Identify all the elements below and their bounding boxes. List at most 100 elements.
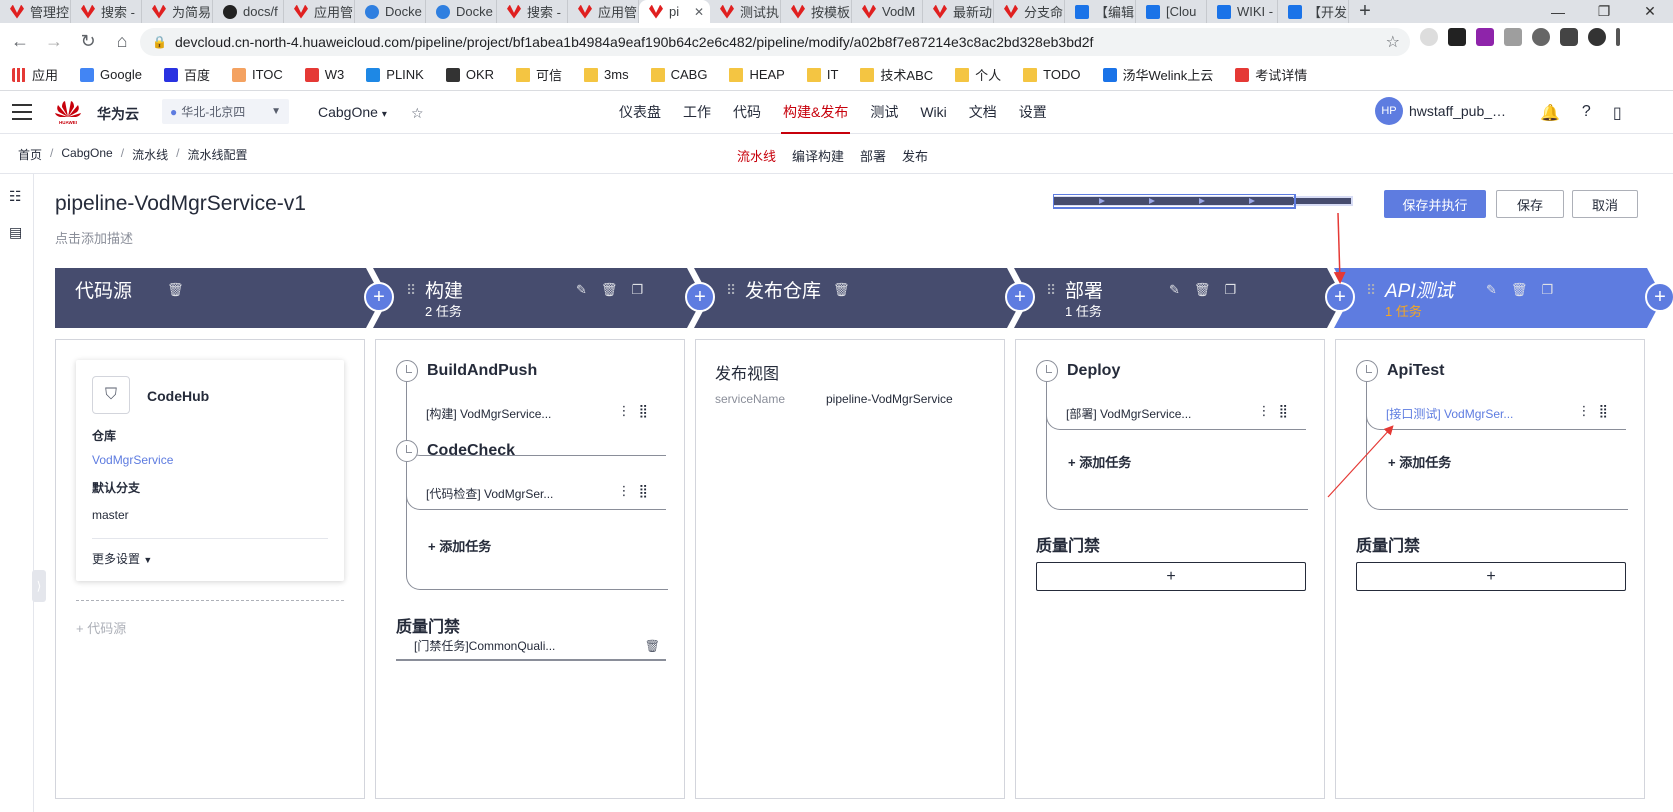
stage-deploy[interactable]: ⠿ 部署 1 任务 ✎ 🗑 ❐ bbox=[1035, 268, 1335, 328]
browser-menu-icon[interactable] bbox=[1616, 28, 1620, 46]
stage-release-repo[interactable]: ⠿ 发布仓库 🗑 bbox=[715, 268, 1015, 328]
save-and-run-button[interactable]: 保存并执行 bbox=[1384, 190, 1486, 218]
job-build-and-push[interactable]: BuildAndPush [构建] VodMgrService... ⋮⣿ bbox=[396, 360, 666, 456]
trash-icon[interactable]: 🗑 bbox=[601, 282, 618, 298]
nav-item[interactable]: 设置 bbox=[1008, 91, 1058, 134]
bookmark-item[interactable]: HEAP bbox=[729, 67, 785, 82]
copy-icon[interactable]: ❐ bbox=[631, 282, 643, 298]
bookmark-item[interactable]: 百度 bbox=[163, 65, 210, 84]
browser-tab[interactable]: docs/f bbox=[213, 0, 284, 23]
quality-gate-item[interactable]: [门禁任务]CommonQuali... 🗑 bbox=[396, 631, 666, 661]
nav-item[interactable]: 构建&发布 bbox=[772, 91, 859, 134]
region-selector[interactable]: ● 华北-北京四 ▼ bbox=[162, 99, 289, 124]
bookmark-item[interactable]: 3ms bbox=[584, 67, 629, 82]
bell-icon[interactable]: 🔔 bbox=[1540, 103, 1560, 123]
reload-icon[interactable]: ↻ bbox=[74, 27, 102, 55]
browser-tab[interactable]: Docke bbox=[355, 0, 426, 23]
bookmark-item[interactable]: ITOC bbox=[231, 67, 283, 82]
browser-tab[interactable]: pi ✕ bbox=[639, 0, 710, 23]
extension-icon[interactable] bbox=[1476, 28, 1494, 46]
breadcrumb-item[interactable]: CabgOne bbox=[61, 146, 112, 163]
drag-handle-icon[interactable]: ⠿ bbox=[726, 283, 736, 297]
repo-link[interactable]: VodMgrService bbox=[92, 453, 173, 467]
add-stage-button[interactable]: + bbox=[1005, 282, 1035, 312]
browser-tab[interactable]: 【编辑 bbox=[1065, 0, 1136, 23]
trash-icon[interactable]: 🗑 bbox=[645, 631, 660, 661]
bookmark-item[interactable]: 可信 bbox=[516, 65, 562, 84]
source-card[interactable]: ⛉ CodeHub 仓库 VodMgrService 默认分支 master 更… bbox=[76, 360, 344, 581]
bookmark-item[interactable]: TODO bbox=[1023, 67, 1081, 82]
bookmark-item[interactable]: Google bbox=[80, 67, 142, 82]
settings-sliders-icon[interactable]: ☷ bbox=[9, 188, 22, 205]
close-window-icon[interactable]: ✕ bbox=[1627, 0, 1673, 23]
add-code-source-button[interactable]: + 代码源 bbox=[76, 618, 126, 637]
add-stage-button[interactable]: + bbox=[685, 282, 715, 312]
copy-icon[interactable]: ❐ bbox=[1541, 282, 1553, 298]
trash-icon[interactable]: 🗑 bbox=[1194, 282, 1211, 298]
favorite-star-icon[interactable]: ☆ bbox=[411, 105, 424, 122]
more-settings-toggle[interactable]: 更多设置 ▼ bbox=[92, 550, 152, 567]
add-stage-button[interactable]: + bbox=[1325, 282, 1355, 312]
profile-avatar[interactable] bbox=[1588, 28, 1606, 46]
browser-tab[interactable]: 【开发 bbox=[1278, 0, 1349, 23]
restore-icon[interactable]: ❐ bbox=[1581, 0, 1627, 23]
browser-tab[interactable]: [Clou bbox=[1136, 0, 1207, 23]
bookmark-item[interactable]: 考试详情 bbox=[1235, 65, 1307, 84]
nav-item[interactable]: 代码 bbox=[722, 91, 772, 134]
browser-tab[interactable]: 应用管 bbox=[284, 0, 355, 23]
extension-icon[interactable] bbox=[1420, 28, 1438, 46]
browser-tab[interactable]: 搜索 - bbox=[71, 0, 142, 23]
task-label[interactable]: [构建] VodMgrService... bbox=[426, 405, 551, 422]
add-task-button[interactable]: + 添加任务 bbox=[1068, 452, 1131, 471]
bookmark-star-icon[interactable]: ☆ bbox=[1386, 32, 1400, 52]
address-bar[interactable]: 🔒 devcloud.cn-north-4.huaweicloud.com/pi… bbox=[140, 28, 1410, 56]
description-placeholder[interactable]: 点击添加描述 bbox=[55, 228, 133, 247]
bookmark-item[interactable]: OKR bbox=[445, 67, 494, 82]
stage-api-test[interactable]: ⠿ API测试 1 任务 ✎ 🗑 ❐ bbox=[1355, 268, 1655, 328]
extension-icon[interactable] bbox=[1448, 28, 1466, 46]
mobile-icon[interactable]: ▯ bbox=[1613, 103, 1622, 123]
menu-icon[interactable] bbox=[12, 104, 32, 120]
browser-tab[interactable]: 最新动 bbox=[923, 0, 994, 23]
browser-tab[interactable]: 为简易 bbox=[142, 0, 213, 23]
browser-tab[interactable]: 分支命 bbox=[994, 0, 1065, 23]
save-button[interactable]: 保存 bbox=[1496, 190, 1564, 218]
nav-item[interactable]: 仪表盘 bbox=[608, 91, 672, 134]
stage-build[interactable]: ⠿ 构建 2 任务 ✎ 🗑 ❐ bbox=[395, 268, 695, 328]
trash-icon[interactable]: 🗑 bbox=[167, 282, 184, 298]
browser-tab[interactable]: Docke bbox=[426, 0, 497, 23]
add-stage-button[interactable]: + bbox=[364, 282, 394, 312]
extension-icon[interactable] bbox=[1532, 28, 1550, 46]
collapse-handle[interactable]: ⟩ bbox=[32, 570, 46, 602]
user-menu[interactable]: HP hwstaff_pub_… bbox=[1375, 97, 1506, 125]
bookmark-item[interactable]: PLINK bbox=[366, 67, 424, 82]
bookmark-item[interactable]: 应用 bbox=[12, 65, 58, 84]
stage-code-source[interactable]: 代码源 🗑 bbox=[55, 268, 375, 328]
back-icon[interactable]: ← bbox=[6, 27, 34, 55]
huawei-logo[interactable]: HUAWEI bbox=[54, 99, 82, 125]
bookmark-item[interactable]: W3 bbox=[304, 67, 344, 82]
puzzle-icon[interactable] bbox=[1560, 28, 1578, 46]
subtab[interactable]: 编译构建 bbox=[792, 146, 844, 165]
drag-handle-icon[interactable]: ⣿ bbox=[638, 403, 656, 418]
subtab[interactable]: 发布 bbox=[902, 146, 928, 165]
edit-icon[interactable]: ✎ bbox=[1486, 282, 1497, 298]
bookmark-item[interactable]: 个人 bbox=[955, 65, 1001, 84]
browser-tab[interactable]: 应用管 bbox=[568, 0, 639, 23]
nav-item[interactable]: 文档 bbox=[958, 91, 1008, 134]
nav-item[interactable]: Wiki bbox=[909, 91, 957, 134]
add-quality-gate-button[interactable]: + bbox=[1036, 562, 1306, 591]
add-quality-gate-button[interactable]: + bbox=[1356, 562, 1626, 591]
nav-item[interactable]: 测试 bbox=[859, 91, 909, 134]
cancel-button[interactable]: 取消 bbox=[1572, 190, 1638, 218]
project-selector[interactable]: CabgOne ▾ bbox=[318, 104, 387, 120]
browser-tab[interactable]: 测试执 bbox=[710, 0, 781, 23]
subtab[interactable]: 部署 bbox=[860, 146, 886, 165]
document-icon[interactable]: ▤ bbox=[9, 224, 22, 241]
trash-icon[interactable]: 🗑 bbox=[833, 282, 850, 298]
extension-icon[interactable] bbox=[1504, 28, 1522, 46]
nav-item[interactable]: 工作 bbox=[672, 91, 722, 134]
browser-tab[interactable]: 按模板 bbox=[781, 0, 852, 23]
edit-icon[interactable]: ✎ bbox=[1169, 282, 1180, 298]
drag-handle-icon[interactable]: ⠿ bbox=[1046, 283, 1056, 297]
